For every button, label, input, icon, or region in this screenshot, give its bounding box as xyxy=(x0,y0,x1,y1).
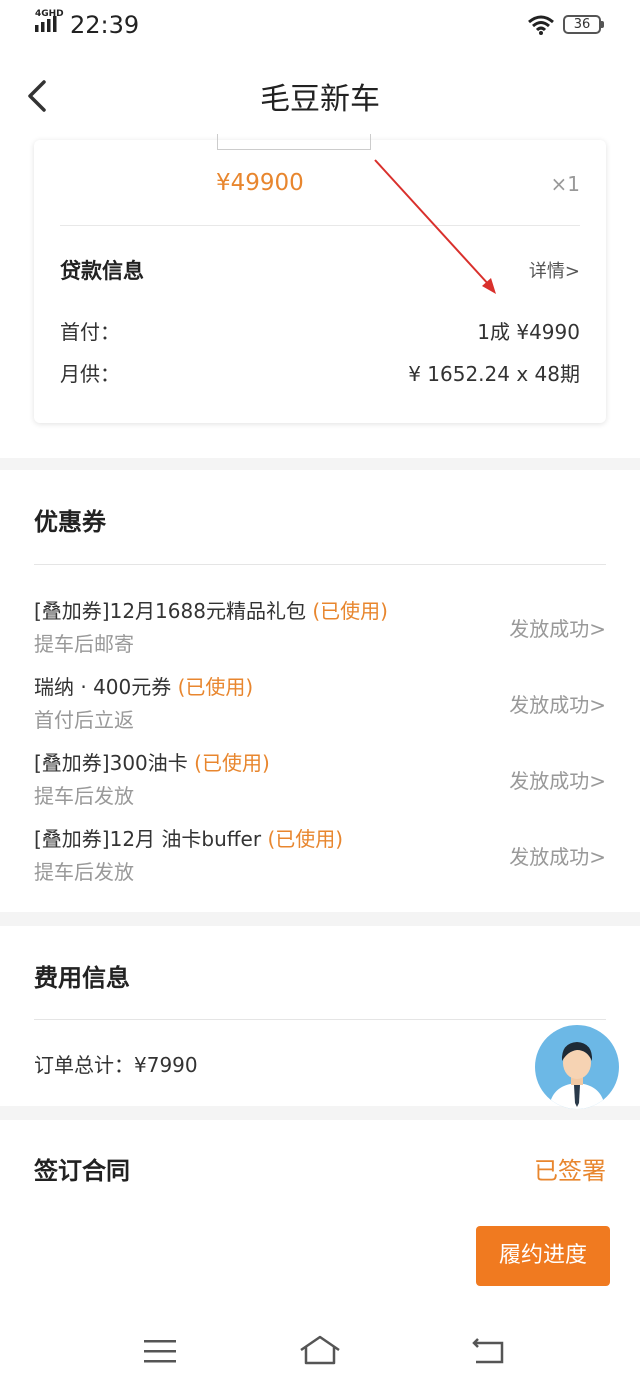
coupon-item[interactable]: [叠加券]12月 油卡buffer (已使用) 提车后发放 发放成功> xyxy=(34,823,606,893)
coupon-status-link[interactable]: 发放成功> xyxy=(509,841,606,870)
coupon-name: 瑞纳 · 400元券 (已使用) xyxy=(34,675,254,699)
fee-section-title: 费用信息 xyxy=(34,964,130,992)
coupon-status-link[interactable]: 发放成功> xyxy=(509,689,606,718)
menu-icon[interactable] xyxy=(144,1338,176,1364)
contract-status: 已签署 xyxy=(534,1157,606,1185)
car-quantity: ×1 xyxy=(550,172,580,196)
divider xyxy=(34,1019,606,1020)
coupon-note: 提车后发放 xyxy=(34,784,134,808)
coupon-status-link[interactable]: 发放成功> xyxy=(509,613,606,642)
coupon-name: [叠加券]300油卡 (已使用) xyxy=(34,751,270,775)
coupon-item[interactable]: 瑞纳 · 400元券 (已使用) 首付后立返 发放成功> xyxy=(34,671,606,741)
page-title: 毛豆新车 xyxy=(260,82,380,117)
coupon-section-title: 优惠券 xyxy=(34,508,106,536)
home-icon[interactable] xyxy=(298,1334,342,1366)
loan-card: ¥49900 ×1 贷款信息 详情> 首付： 1成 ¥4990 月供： ¥ 16… xyxy=(34,134,606,423)
loan-detail-link[interactable]: 详情> xyxy=(529,257,580,283)
coupon-name: [叠加券]12月 油卡buffer (已使用) xyxy=(34,827,344,851)
contract-section-title: 签订合同 xyxy=(34,1157,130,1185)
customer-service-avatar[interactable] xyxy=(535,1025,619,1109)
signal-icon xyxy=(35,16,57,32)
loan-info-title: 贷款信息 xyxy=(60,259,144,283)
coupon-item[interactable]: [叠加券]12月1688元精品礼包 (已使用) 提车后邮寄 发放成功> xyxy=(34,595,606,665)
nav-bar: 毛豆新车 xyxy=(0,52,640,140)
coupon-item[interactable]: [叠加券]300油卡 (已使用) 提车后发放 发放成功> xyxy=(34,747,606,817)
coupon-note: 提车后邮寄 xyxy=(34,632,134,656)
coupon-used-tag: (已使用) xyxy=(312,599,388,623)
coupon-status-link[interactable]: 发放成功> xyxy=(509,765,606,794)
monthly-payment-value: ¥ 1652.24 x 48期 xyxy=(408,362,580,386)
cut-off-tag xyxy=(217,134,371,150)
battery-icon: 36 xyxy=(563,15,604,34)
divider xyxy=(60,225,580,226)
down-payment-value: 1成 ¥4990 xyxy=(477,320,580,344)
coupon-section: 优惠券 [叠加券]12月1688元精品礼包 (已使用) 提车后邮寄 发放成功> … xyxy=(0,470,640,912)
coupon-name: [叠加券]12月1688元精品礼包 (已使用) xyxy=(34,599,388,623)
system-nav-bar xyxy=(0,1310,640,1387)
wifi-icon xyxy=(528,15,554,35)
coupon-used-tag: (已使用) xyxy=(177,675,254,699)
car-price: ¥49900 xyxy=(216,170,304,196)
status-bar: 4GHD 22:39 36 xyxy=(0,0,640,52)
divider xyxy=(34,564,606,565)
order-top-area: ¥49900 ×1 贷款信息 详情> 首付： 1成 ¥4990 月供： ¥ 16… xyxy=(0,134,640,458)
monthly-payment-label: 月供： xyxy=(60,362,120,386)
coupon-used-tag: (已使用) xyxy=(267,827,344,851)
coupon-note: 首付后立返 xyxy=(34,708,134,732)
fulfillment-progress-button[interactable]: 履约进度 xyxy=(476,1226,610,1286)
status-time: 22:39 xyxy=(70,11,140,39)
coupon-used-tag: (已使用) xyxy=(194,751,270,775)
back-icon[interactable] xyxy=(470,1336,506,1366)
down-payment-label: 首付： xyxy=(60,320,120,344)
order-total: 订单总计：¥7990 xyxy=(34,1053,198,1077)
agent-avatar-icon xyxy=(549,1042,605,1109)
coupon-note: 提车后发放 xyxy=(34,860,134,884)
